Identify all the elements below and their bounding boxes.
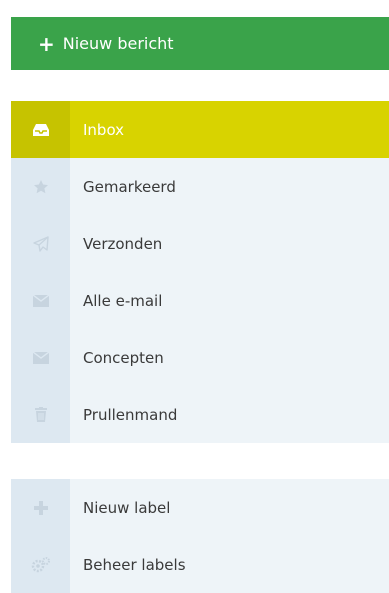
folder-menu: Inbox Gemarkeerd Verzonden Alle e-mail C…: [11, 101, 389, 443]
labels-menu: Nieuw label Beheer labels: [11, 479, 389, 593]
inbox-icon: [11, 101, 70, 158]
folder-item-alle-email[interactable]: Alle e-mail: [11, 272, 389, 329]
plus-icon: +: [38, 31, 55, 56]
folder-label: Alle e-mail: [70, 272, 389, 329]
folder-label: Prullenmand: [70, 386, 389, 443]
manage-labels-text: Beheer labels: [70, 536, 389, 593]
folder-label: Concepten: [70, 329, 389, 386]
gears-icon: [11, 536, 70, 593]
new-label-item[interactable]: Nieuw label: [11, 479, 389, 536]
new-label-text: Nieuw label: [70, 479, 389, 536]
envelope-icon: [11, 329, 70, 386]
new-message-button[interactable]: + Nieuw bericht: [11, 17, 389, 70]
paper-plane-icon: [11, 215, 70, 272]
folder-label: Verzonden: [70, 215, 389, 272]
folder-label: Gemarkeerd: [70, 158, 389, 215]
folder-item-gemarkeerd[interactable]: Gemarkeerd: [11, 158, 389, 215]
new-message-label: Nieuw bericht: [62, 34, 174, 53]
folder-item-prullenmand[interactable]: Prullenmand: [11, 386, 389, 443]
star-icon: [11, 158, 70, 215]
folder-item-concepten[interactable]: Concepten: [11, 329, 389, 386]
envelope-icon: [11, 272, 70, 329]
folder-item-inbox[interactable]: Inbox: [11, 101, 389, 158]
folder-item-verzonden[interactable]: Verzonden: [11, 215, 389, 272]
trash-icon: [11, 386, 70, 443]
plus-icon: [11, 479, 70, 536]
folder-label: Inbox: [70, 101, 389, 158]
manage-labels-item[interactable]: Beheer labels: [11, 536, 389, 593]
